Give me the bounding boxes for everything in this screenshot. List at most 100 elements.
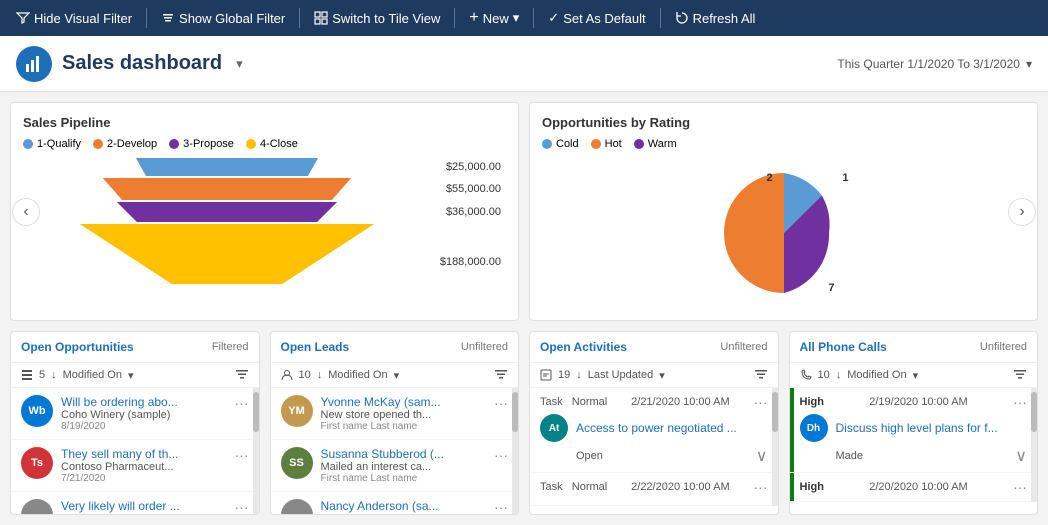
phone-sort-label: Modified On <box>847 369 906 381</box>
leads-sort-chevron[interactable]: ▾ <box>394 369 400 382</box>
list-item: Wb Will be ordering abo... Coho Winery (… <box>11 388 259 440</box>
filter-icon <box>16 11 30 25</box>
legend-develop: 2-Develop <box>93 138 157 150</box>
refresh-all-button[interactable]: Refresh All <box>667 0 764 36</box>
phone-menu-button[interactable]: ··· <box>1013 394 1027 410</box>
expand-button[interactable]: ∨ <box>1015 446 1027 466</box>
phone-filter-button[interactable] <box>1013 368 1027 382</box>
item-text: Susanna Stubberod (... Mailed an interes… <box>321 447 487 484</box>
leads-filter-button[interactable] <box>494 368 508 382</box>
activity-item: Task Normal 2/22/2020 10:00 AM ··· <box>530 473 778 506</box>
open-activities-card: Open Activities Unfiltered 19 ↓ Last Upd… <box>529 331 779 515</box>
filter-list-icon <box>235 368 249 382</box>
priority-bar <box>790 473 794 501</box>
phone-calls-title: All Phone Calls <box>800 340 887 354</box>
pie-label-1: 1 <box>842 172 848 184</box>
activity-menu-button[interactable]: ··· <box>754 479 768 495</box>
activities-count: 19 <box>558 369 570 381</box>
open-opp-badge: Filtered <box>212 341 249 353</box>
open-leads-card: Open Leads Unfiltered 10 ↓ Modified On ▾… <box>270 331 520 515</box>
refresh-icon <box>675 11 689 25</box>
scrollbar-thumb[interactable] <box>772 392 778 432</box>
activity-menu-button[interactable]: ··· <box>754 394 768 410</box>
nav-arrow-right[interactable]: › <box>1008 198 1036 226</box>
avatar: SS <box>281 447 313 479</box>
activities-sort-desc-button[interactable]: ↓ <box>576 369 582 381</box>
leads-sort-desc-button[interactable]: ↓ <box>317 369 323 381</box>
phone-calls-header: All Phone Calls Unfiltered <box>790 332 1038 363</box>
sales-pipeline-legend: 1-Qualify 2-Develop 3-Propose 4-Close <box>23 138 506 150</box>
phone-sort-chevron[interactable]: ▾ <box>913 369 919 382</box>
item-menu-button[interactable]: ··· <box>494 395 508 411</box>
leads-sort-label: Modified On <box>328 369 387 381</box>
open-opportunities-card: Open Opportunities Filtered 5 ↓ Modified… <box>10 331 260 515</box>
item-menu-button[interactable]: ··· <box>235 499 249 515</box>
opp-sort-chevron[interactable]: ▾ <box>128 369 134 382</box>
header-chevron-icon[interactable]: ▾ <box>236 56 243 72</box>
open-leads-controls: 10 ↓ Modified On ▾ <box>271 363 519 388</box>
opp-sort-desc-button[interactable]: ↓ <box>51 369 57 381</box>
open-activities-header: Open Activities Unfiltered <box>530 332 778 363</box>
legend-hot: Hot <box>591 138 622 150</box>
new-button[interactable]: + New ▾ <box>461 0 527 36</box>
avatar: At <box>540 414 568 442</box>
item-text: Will be ordering abo... Coho Winery (sam… <box>61 395 227 432</box>
avatar: YM <box>281 395 313 427</box>
switch-to-tile-view-button[interactable]: Switch to Tile View <box>306 0 448 36</box>
scrollbar-thumb[interactable] <box>1031 392 1037 432</box>
qualify-dot <box>23 139 33 149</box>
activities-sort-chevron[interactable]: ▾ <box>659 369 665 382</box>
new-chevron-icon: ▾ <box>513 10 520 26</box>
hide-visual-filter-button[interactable]: Hide Visual Filter <box>8 0 140 36</box>
date-range-text: This Quarter 1/1/2020 To 3/1/2020 <box>837 57 1020 71</box>
phone-item: High 2/20/2020 10:00 AM ··· <box>790 473 1038 502</box>
page-header: Sales dashboard ▾ This Quarter 1/1/2020 … <box>0 36 1048 92</box>
phone-menu-button[interactable]: ··· <box>1013 479 1027 495</box>
toolbar: Hide Visual Filter Show Global Filter Sw… <box>0 0 1048 36</box>
scrollbar-thumb[interactable] <box>253 392 259 432</box>
page-title: Sales dashboard <box>62 52 222 75</box>
item-menu-button[interactable]: ··· <box>494 499 508 515</box>
refresh-all-label: Refresh All <box>693 11 756 26</box>
item-text: They sell many of th... Contoso Pharmace… <box>61 447 227 484</box>
checkmark-icon: ✓ <box>548 10 559 26</box>
activities-sort-label: Last Updated <box>588 369 653 381</box>
divider-4 <box>533 8 534 28</box>
avatar <box>21 499 53 515</box>
set-as-default-button[interactable]: ✓ Set As Default <box>540 0 653 36</box>
expand-button[interactable]: ∨ <box>756 446 768 466</box>
scrollbar-track <box>512 388 518 515</box>
priority-bar <box>790 388 794 472</box>
header-left: Sales dashboard ▾ <box>16 46 243 82</box>
develop-dot <box>93 139 103 149</box>
item-menu-button[interactable]: ··· <box>235 395 249 411</box>
legend-warm: Warm <box>634 138 677 150</box>
nav-arrow-left[interactable]: ‹ <box>12 198 40 226</box>
list-item: SS Susanna Stubberod (... Mailed an inte… <box>271 440 519 492</box>
item-menu-button[interactable]: ··· <box>494 447 508 463</box>
open-leads-title: Open Leads <box>281 340 350 354</box>
warm-dot <box>634 139 644 149</box>
sales-dashboard-icon <box>16 46 52 82</box>
set-as-default-label: Set As Default <box>563 11 645 26</box>
filter-list-icon <box>494 368 508 382</box>
tile-view-icon <box>314 11 328 25</box>
date-range-selector[interactable]: This Quarter 1/1/2020 To 3/1/2020 ▾ <box>837 57 1032 71</box>
scrollbar-thumb[interactable] <box>512 392 518 432</box>
activities-filter-button[interactable] <box>754 368 768 382</box>
show-global-filter-button[interactable]: Show Global Filter <box>153 0 293 36</box>
opp-filter-button[interactable] <box>235 368 249 382</box>
legend-propose: 3-Propose <box>169 138 234 150</box>
open-activities-badge: Unfiltered <box>720 341 767 353</box>
item-menu-button[interactable]: ··· <box>235 447 249 463</box>
avatar: Ts <box>21 447 53 479</box>
activity-item: Task Normal 2/21/2020 10:00 AM ··· At Ac… <box>530 388 778 473</box>
phone-sort-desc-button[interactable]: ↓ <box>836 369 842 381</box>
scrollbar-track <box>1031 388 1037 502</box>
task-icon <box>540 369 552 381</box>
close-dot <box>246 139 256 149</box>
phone-item: High 2/19/2020 10:00 AM ··· Dh Discuss h… <box>790 388 1038 473</box>
avatar: Wb <box>21 395 53 427</box>
legend-qualify: 1-Qualify <box>23 138 81 150</box>
legend-cold: Cold <box>542 138 579 150</box>
